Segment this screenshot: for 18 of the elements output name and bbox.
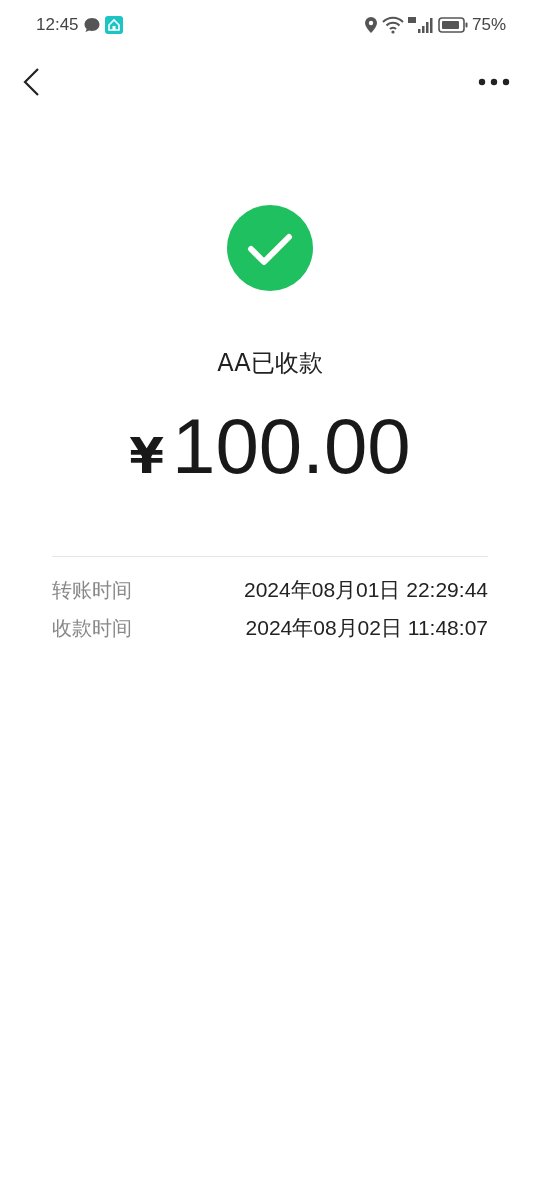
battery-percentage: 75% <box>471 15 506 35</box>
detail-value: 2024年08月01日 22:29:44 <box>244 577 488 603</box>
detail-value: 2024年08月02日 11:48:07 <box>245 615 488 641</box>
currency-symbol: ¥ <box>129 427 165 485</box>
more-icon[interactable] <box>478 78 510 86</box>
amount-value: 100.00 <box>172 401 411 492</box>
chat-bubble-icon <box>82 16 101 34</box>
payment-status-title: AA已收款 <box>217 348 323 379</box>
wifi-icon <box>381 16 404 34</box>
battery-icon <box>437 16 468 34</box>
detail-label: 收款时间 <box>52 615 132 641</box>
status-time: 12:45 <box>36 15 79 35</box>
location-icon <box>363 16 378 34</box>
detail-label: 转账时间 <box>52 577 132 603</box>
success-check-icon <box>227 205 313 291</box>
back-icon[interactable] <box>22 67 42 97</box>
app-notification-icon <box>104 16 123 34</box>
cellular-signal-icon <box>407 16 434 34</box>
